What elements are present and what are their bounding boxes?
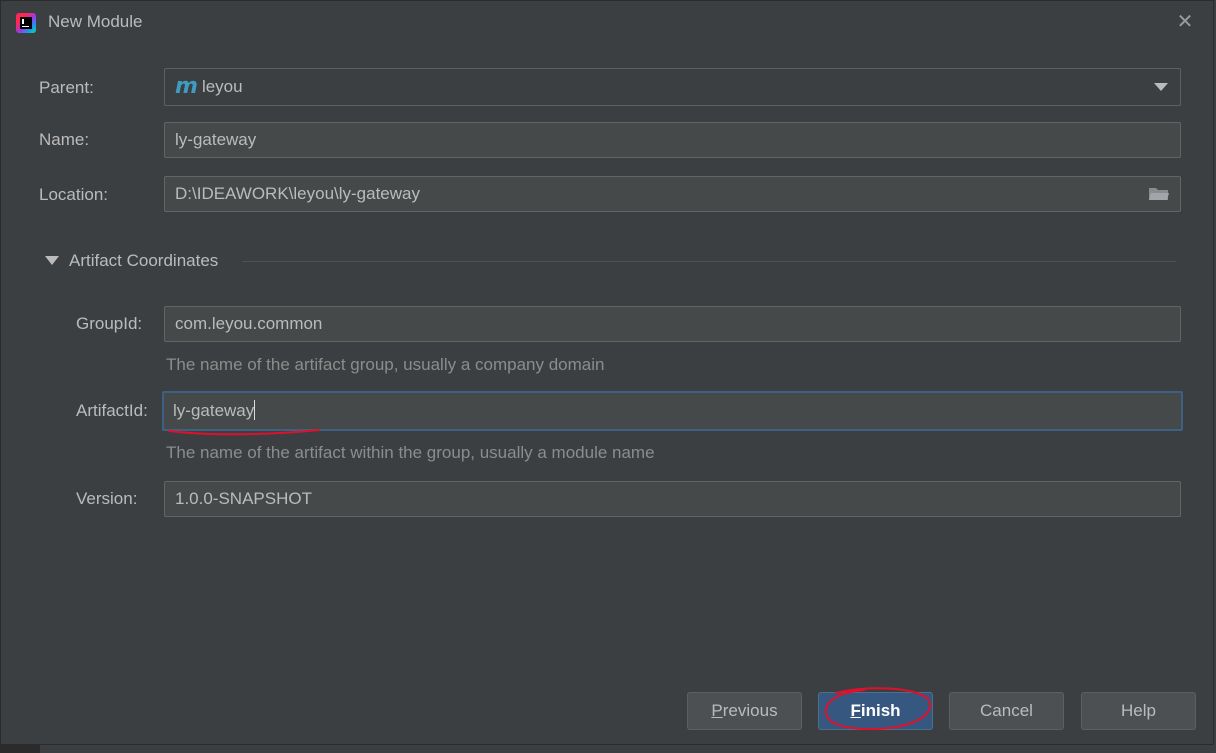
artifactid-hint: The name of the artifact within the grou… <box>166 443 655 462</box>
intellij-idea-icon <box>16 13 36 33</box>
groupid-value: com.leyou.common <box>175 314 323 333</box>
finish-button[interactable]: Finish <box>818 692 933 730</box>
location-value: D:\IDEAWORK\leyou\ly-gateway <box>175 184 420 203</box>
location-input[interactable]: D:\IDEAWORK\leyou\ly-gateway <box>164 176 1181 212</box>
artifact-coordinates-title[interactable]: Artifact Coordinates <box>69 251 218 271</box>
text-cursor <box>254 400 256 420</box>
background-strip <box>0 745 40 753</box>
parent-label: Parent: <box>39 78 94 97</box>
cancel-button[interactable]: Cancel <box>949 692 1064 730</box>
parent-value: leyou <box>201 77 243 96</box>
section-collapse-icon[interactable] <box>45 256 59 265</box>
previous-button[interactable]: Previous <box>687 692 802 730</box>
close-icon[interactable]: ✕ <box>1173 9 1197 33</box>
chevron-down-icon[interactable] <box>1154 83 1168 91</box>
name-input[interactable]: ly-gateway <box>164 122 1181 158</box>
section-divider <box>242 261 1176 262</box>
location-label: Location: <box>39 185 108 204</box>
version-input[interactable]: 1.0.0-SNAPSHOT <box>164 481 1181 517</box>
version-label: Version: <box>76 489 138 508</box>
version-value: 1.0.0-SNAPSHOT <box>175 489 312 508</box>
name-value: ly-gateway <box>175 130 257 149</box>
new-module-dialog: New Module ✕ Parent: m leyou Name: ly-gat… <box>0 0 1214 745</box>
title-bar: New Module ✕ <box>1 1 1213 45</box>
maven-module-icon: m <box>175 74 198 99</box>
groupid-label: GroupId: <box>76 314 143 333</box>
artifactid-value: ly-gateway <box>173 401 255 420</box>
artifactid-label: ArtifactId: <box>76 401 148 420</box>
dialog-title: New Module <box>48 12 143 31</box>
artifactid-input[interactable]: ly-gateway <box>162 391 1183 431</box>
groupid-hint: The name of the artifact group, usually … <box>166 355 605 374</box>
help-button[interactable]: Help <box>1081 692 1196 730</box>
groupid-input[interactable]: com.leyou.common <box>164 306 1181 342</box>
folder-icon[interactable] <box>1148 187 1170 201</box>
name-label: Name: <box>39 130 90 149</box>
parent-select[interactable]: m leyou <box>164 68 1181 106</box>
